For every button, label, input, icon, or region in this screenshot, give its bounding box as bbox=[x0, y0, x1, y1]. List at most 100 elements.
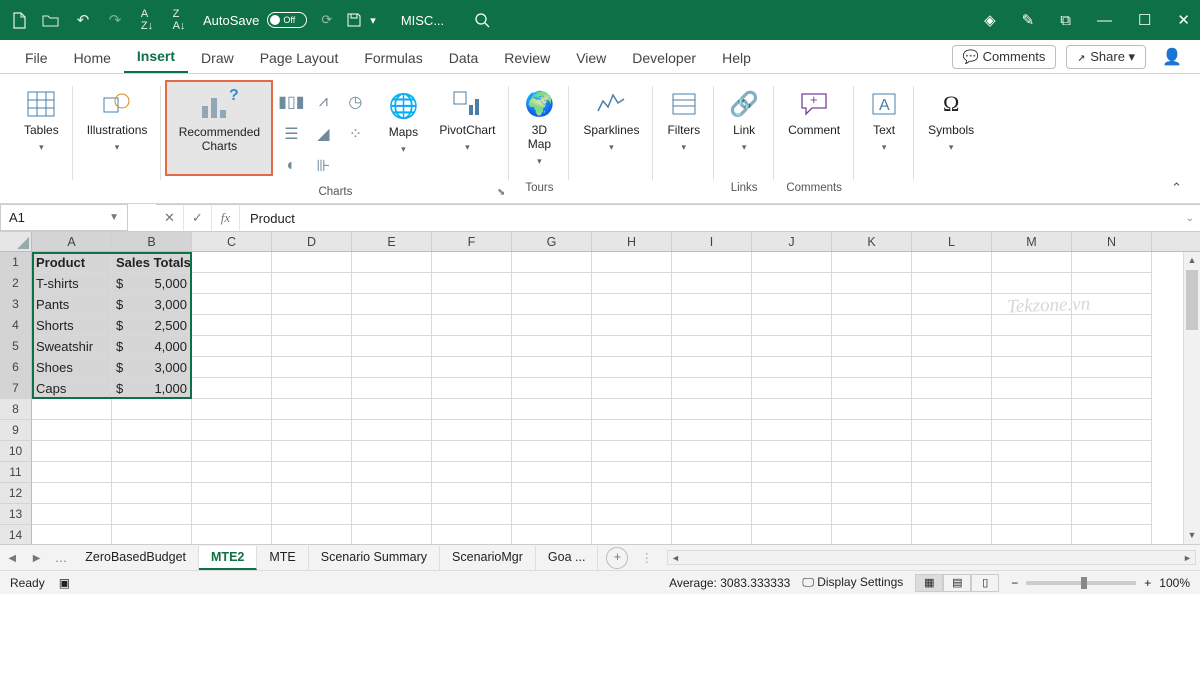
cell-M12[interactable] bbox=[992, 483, 1072, 504]
minimize-icon[interactable]: — bbox=[1097, 12, 1112, 29]
expand-formula-bar-icon[interactable]: ⌄ bbox=[1186, 213, 1194, 224]
cell-N8[interactable] bbox=[1072, 399, 1152, 420]
cell-G4[interactable] bbox=[512, 315, 592, 336]
cell-L5[interactable] bbox=[912, 336, 992, 357]
3d-map-button[interactable]: 🌍 3D Map ▾ bbox=[515, 82, 563, 174]
cell-B4[interactable]: 2,500 bbox=[112, 315, 192, 336]
cell-E13[interactable] bbox=[352, 504, 432, 525]
cell-H7[interactable] bbox=[592, 378, 672, 399]
cell-A7[interactable]: Caps bbox=[32, 378, 112, 399]
filters-button[interactable]: Filters ▾ bbox=[659, 82, 708, 174]
autosave-toggle-switch[interactable]: Off bbox=[267, 12, 307, 28]
row-header-9[interactable]: 9 bbox=[0, 420, 32, 441]
cell-A2[interactable]: T-shirts bbox=[32, 273, 112, 294]
cell-M5[interactable] bbox=[992, 336, 1072, 357]
tab-insert[interactable]: Insert bbox=[124, 42, 188, 73]
save-icon[interactable] bbox=[346, 12, 362, 28]
cell-F6[interactable] bbox=[432, 357, 512, 378]
tab-data[interactable]: Data bbox=[436, 44, 492, 73]
cell-F9[interactable] bbox=[432, 420, 512, 441]
cell-J5[interactable] bbox=[752, 336, 832, 357]
cell-N6[interactable] bbox=[1072, 357, 1152, 378]
cell-K3[interactable] bbox=[832, 294, 912, 315]
cell-G3[interactable] bbox=[512, 294, 592, 315]
cell-C4[interactable] bbox=[192, 315, 272, 336]
cell-N10[interactable] bbox=[1072, 441, 1152, 462]
cell-H8[interactable] bbox=[592, 399, 672, 420]
cell-M7[interactable] bbox=[992, 378, 1072, 399]
cell-A8[interactable] bbox=[32, 399, 112, 420]
cell-J1[interactable] bbox=[752, 252, 832, 273]
cell-E10[interactable] bbox=[352, 441, 432, 462]
cell-L9[interactable] bbox=[912, 420, 992, 441]
cell-I11[interactable] bbox=[672, 462, 752, 483]
text-button[interactable]: A Text ▾ bbox=[860, 82, 908, 174]
tab-review[interactable]: Review bbox=[491, 44, 563, 73]
page-layout-view-icon[interactable]: ▤ bbox=[943, 574, 971, 592]
account-icon[interactable]: 👤 bbox=[1156, 47, 1188, 67]
cell-I14[interactable] bbox=[672, 525, 752, 544]
cell-D8[interactable] bbox=[272, 399, 352, 420]
scroll-left-icon[interactable]: ◄ bbox=[668, 553, 683, 563]
cell-C5[interactable] bbox=[192, 336, 272, 357]
cell-M1[interactable] bbox=[992, 252, 1072, 273]
col-header-D[interactable]: D bbox=[272, 232, 352, 251]
zoom-out-icon[interactable]: − bbox=[1011, 576, 1018, 590]
tab-formulas[interactable]: Formulas bbox=[351, 44, 435, 73]
cell-G8[interactable] bbox=[512, 399, 592, 420]
cell-K6[interactable] bbox=[832, 357, 912, 378]
tab-nav-more-icon[interactable]: … bbox=[49, 551, 74, 565]
cell-C9[interactable] bbox=[192, 420, 272, 441]
cell-D11[interactable] bbox=[272, 462, 352, 483]
cell-N11[interactable] bbox=[1072, 462, 1152, 483]
cell-J4[interactable] bbox=[752, 315, 832, 336]
combo-chart-icon[interactable]: ◐ bbox=[277, 152, 305, 180]
cell-J7[interactable] bbox=[752, 378, 832, 399]
cell-I2[interactable] bbox=[672, 273, 752, 294]
cell-L8[interactable] bbox=[912, 399, 992, 420]
pie-chart-icon[interactable]: ◷ bbox=[341, 88, 369, 116]
cell-H3[interactable] bbox=[592, 294, 672, 315]
col-header-A[interactable]: A bbox=[32, 232, 112, 251]
cell-B10[interactable] bbox=[112, 441, 192, 462]
area-chart-icon[interactable]: ◢ bbox=[309, 120, 337, 148]
cell-A13[interactable] bbox=[32, 504, 112, 525]
cell-B14[interactable] bbox=[112, 525, 192, 544]
zoom-control[interactable]: − + 100% bbox=[1011, 576, 1190, 590]
sheet-tab-goa----[interactable]: Goa ... bbox=[536, 546, 599, 570]
scroll-down-icon[interactable]: ▼ bbox=[1184, 527, 1200, 544]
cell-C11[interactable] bbox=[192, 462, 272, 483]
symbols-button[interactable]: Ω Symbols ▾ bbox=[920, 82, 982, 174]
cell-G13[interactable] bbox=[512, 504, 592, 525]
cell-F3[interactable] bbox=[432, 294, 512, 315]
cell-E2[interactable] bbox=[352, 273, 432, 294]
cell-G9[interactable] bbox=[512, 420, 592, 441]
cell-C12[interactable] bbox=[192, 483, 272, 504]
normal-view-icon[interactable]: ▦ bbox=[915, 574, 943, 592]
cell-L1[interactable] bbox=[912, 252, 992, 273]
row-header-2[interactable]: 2 bbox=[0, 273, 32, 294]
cell-H5[interactable] bbox=[592, 336, 672, 357]
tab-file[interactable]: File bbox=[12, 44, 61, 73]
cell-F4[interactable] bbox=[432, 315, 512, 336]
cell-B13[interactable] bbox=[112, 504, 192, 525]
macro-record-icon[interactable]: ▣ bbox=[59, 576, 70, 590]
cell-B11[interactable] bbox=[112, 462, 192, 483]
cell-K12[interactable] bbox=[832, 483, 912, 504]
cell-A12[interactable] bbox=[32, 483, 112, 504]
refresh-icon[interactable]: ⟳ bbox=[321, 12, 332, 28]
maximize-icon[interactable]: ☐ bbox=[1138, 11, 1151, 29]
cell-M11[interactable] bbox=[992, 462, 1072, 483]
cell-B5[interactable]: 4,000 bbox=[112, 336, 192, 357]
recommended-charts-button[interactable]: ? Recommended Charts bbox=[167, 82, 271, 174]
row-header-6[interactable]: 6 bbox=[0, 357, 32, 378]
diamond-icon[interactable]: ◈ bbox=[984, 11, 996, 29]
cell-M4[interactable] bbox=[992, 315, 1072, 336]
tab-developer[interactable]: Developer bbox=[619, 44, 709, 73]
worksheet-grid[interactable]: ABCDEFGHIJKLMN ▲ ▼ 1ProductSales Totals2… bbox=[0, 232, 1200, 544]
cell-E9[interactable] bbox=[352, 420, 432, 441]
col-header-H[interactable]: H bbox=[592, 232, 672, 251]
cell-A14[interactable] bbox=[32, 525, 112, 544]
cell-M10[interactable] bbox=[992, 441, 1072, 462]
tab-home[interactable]: Home bbox=[61, 44, 124, 73]
